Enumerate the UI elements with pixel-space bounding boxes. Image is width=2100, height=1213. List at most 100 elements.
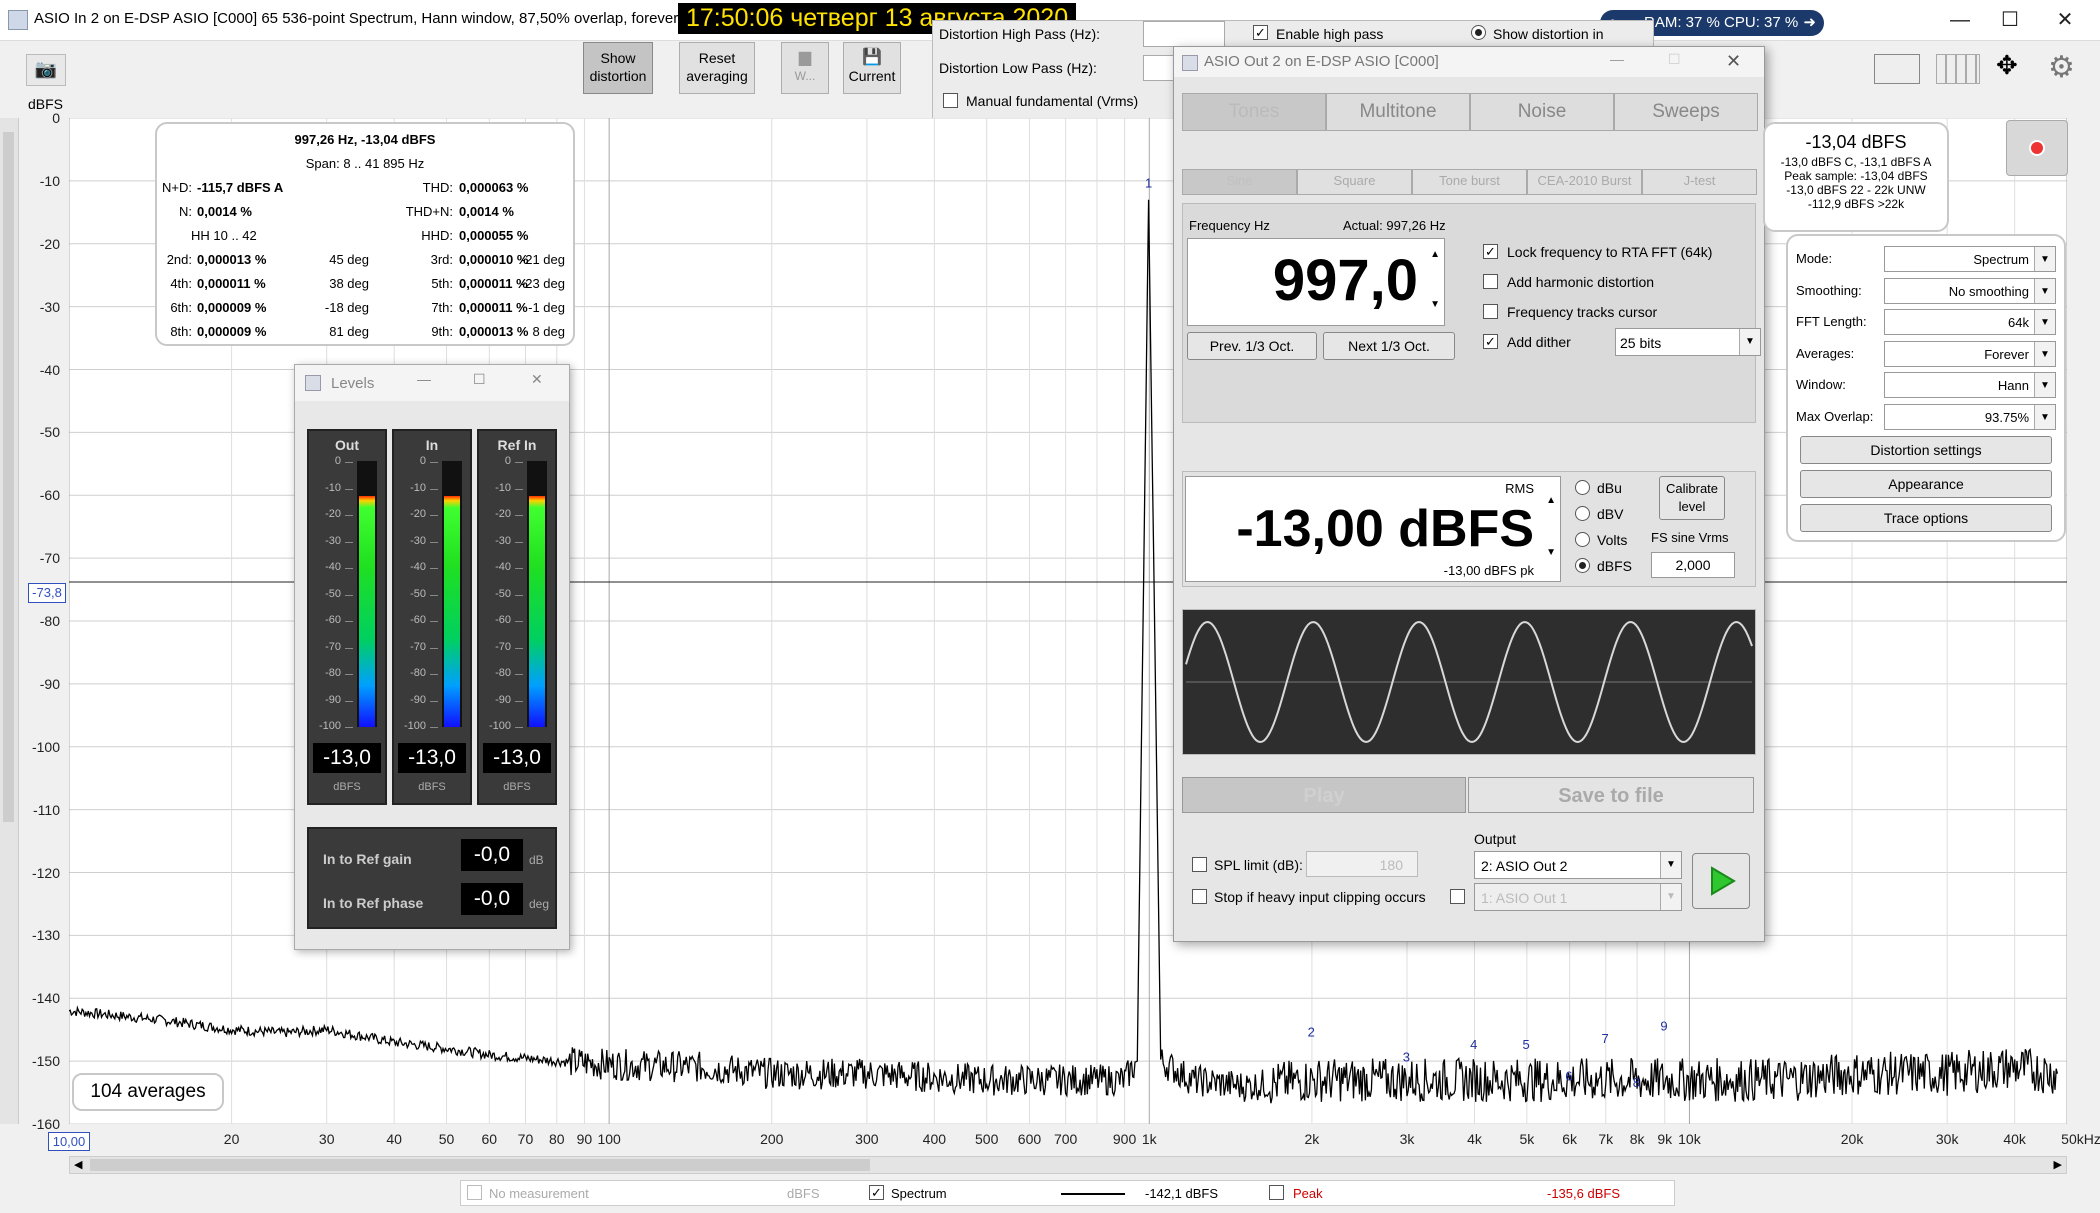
lock-freq-checkbox[interactable]: ✓ [1483, 244, 1498, 259]
setting-select-max-overlap[interactable]: 93.75% ▼ [1884, 403, 2056, 430]
horizontal-scrollbar[interactable]: ◀ ▶ [69, 1156, 2067, 1174]
hscroll-thumb[interactable] [90, 1159, 870, 1171]
fullscreen-icon[interactable]: ✥ [1996, 50, 2018, 81]
scroll-left-icon[interactable]: ◀ [74, 1158, 82, 1171]
meter-tick [515, 621, 523, 622]
x-start-label[interactable]: 10,00 [48, 1132, 90, 1151]
next-oct-button[interactable]: Next 1/3 Oct. [1323, 332, 1455, 360]
level-meter-in: In 0 -10 -20 -30 -40 -50 -60 -70 -80 -90 -100 -13,0 d… [392, 429, 472, 805]
subtab-tone-burst[interactable]: Tone burst [1412, 169, 1527, 195]
dither-bits-select[interactable]: 25 bits ▼ [1615, 328, 1761, 356]
maximize-icon[interactable]: ☐ [473, 371, 486, 388]
generator-window: ASIO Out 2 on E-DSP ASIO [C000] — ☐ ✕ To… [1173, 46, 1765, 942]
freq-label: Frequency Hz [1189, 218, 1270, 233]
tab-tones[interactable]: Tones [1182, 93, 1326, 131]
minimize-button[interactable]: — [1935, 0, 1985, 40]
second-output-checkbox[interactable] [1450, 889, 1465, 904]
window-button[interactable]: ▆ W... [781, 42, 829, 94]
levels-titlebar[interactable]: Levels — ☐ ✕ [295, 365, 569, 401]
gear-icon[interactable]: ⚙ [2048, 50, 2075, 85]
no-measurement-checkbox[interactable] [467, 1185, 482, 1200]
cursor-level-label[interactable]: -73,8 [28, 583, 66, 603]
subtab-cea-2010-burst[interactable]: CEA-2010 Burst [1527, 169, 1642, 195]
enable-high-pass-checkbox[interactable]: ✓ [1253, 25, 1268, 40]
spin-down-icon[interactable]: ▼ [1430, 299, 1440, 310]
add-harmonic-checkbox[interactable] [1483, 274, 1498, 289]
add-dither-checkbox[interactable]: ✓ [1483, 334, 1498, 349]
peak-checkbox[interactable] [1269, 1185, 1284, 1200]
maximize-button[interactable]: ☐ [1985, 0, 2035, 40]
camera-button[interactable]: 📷 [26, 54, 66, 86]
unit-radio-volts[interactable] [1575, 532, 1590, 547]
subtab-j-test[interactable]: J-test [1642, 169, 1757, 195]
unit-radio-dbfs[interactable] [1575, 558, 1590, 573]
meter-scale-label: -10 [495, 481, 511, 494]
setting-select-fft-length[interactable]: 64k ▼ [1884, 309, 2056, 335]
subtab-sine[interactable]: Sine [1182, 169, 1297, 195]
spl-input[interactable]: 180 [1306, 851, 1418, 877]
subtab-square[interactable]: Square [1297, 169, 1412, 195]
y-tick-label: -110 [33, 801, 60, 818]
tab-multitone[interactable]: Multitone [1326, 93, 1470, 131]
save-to-file-button[interactable]: Save to file [1468, 777, 1754, 813]
manual-fundamental-checkbox[interactable] [943, 93, 958, 108]
freq-tracks-checkbox[interactable] [1483, 304, 1498, 319]
record-button[interactable] [2006, 120, 2068, 176]
tab-sweeps[interactable]: Sweeps [1614, 93, 1758, 131]
setting-select-averages[interactable]: Forever ▼ [1884, 340, 2056, 367]
chevron-down-icon: ▼ [2034, 373, 2055, 397]
calibrate-level-button[interactable]: Calibrate level [1659, 476, 1725, 520]
trace-options-button[interactable]: Trace options [1800, 504, 2052, 532]
generator-start-button[interactable] [1692, 853, 1750, 909]
spin-down-icon[interactable]: ▼ [1546, 547, 1556, 558]
level-input[interactable]: RMS -13,00 dBFS -13,00 dBFS pk ▲ ▼ [1185, 476, 1561, 582]
spectrum-checkbox[interactable]: ✓ [869, 1185, 884, 1200]
scroll-right-icon[interactable]: ▶ [2054, 1158, 2062, 1171]
stop-clipping-checkbox[interactable] [1192, 889, 1207, 904]
meter-tick [345, 647, 353, 649]
unit-radio-dbv[interactable] [1575, 506, 1590, 521]
spin-up-icon[interactable]: ▲ [1430, 249, 1440, 260]
distortion-settings-button[interactable]: Distortion settings [1800, 436, 2052, 464]
spin-up-icon[interactable]: ▲ [1546, 495, 1556, 506]
harmonic-value: 0,000009 % [197, 300, 267, 315]
meter-unit: dBFS [333, 781, 361, 793]
fs-sine-input[interactable]: 2,000 [1651, 552, 1735, 578]
prev-oct-button[interactable]: Prev. 1/3 Oct. [1187, 332, 1317, 360]
meter-tick [430, 515, 438, 516]
generator-titlebar[interactable]: ASIO Out 2 on E-DSP ASIO [C000] — ☐ ✕ [1174, 47, 1764, 77]
meter-scale-label: -80 [410, 667, 426, 679]
tab-noise[interactable]: Noise [1470, 93, 1614, 131]
window-title: ASIO In 2 on E-DSP ASIO [C000] 65 536-po… [34, 10, 699, 27]
reset-averaging-button[interactable]: Reset averaging [679, 42, 755, 94]
dist-low-pass-label: Distortion Low Pass (Hz): [939, 60, 1097, 76]
minimize-icon[interactable]: — [1610, 51, 1624, 67]
close-button[interactable]: ✕ [2040, 0, 2090, 40]
play-button[interactable]: Play [1182, 777, 1466, 813]
second-output-select[interactable]: 1: ASIO Out 1 ▼ [1474, 883, 1682, 911]
setting-select-window[interactable]: Hann ▼ [1884, 372, 2056, 398]
readout-line3: -13,0 dBFS 22 - 22k UNW [1786, 183, 1926, 197]
meter-scale-label: 0 [419, 455, 426, 467]
show-distortion-in-radio[interactable] [1471, 25, 1486, 40]
output-select[interactable]: 2: ASIO Out 2 ▼ [1474, 851, 1682, 879]
minimize-icon[interactable]: — [417, 371, 431, 387]
show-distortion-button[interactable]: Show distortion [583, 42, 653, 94]
appearance-button[interactable]: Appearance [1800, 470, 2052, 498]
maximize-icon[interactable]: ☐ [1668, 51, 1681, 68]
high-pass-input[interactable] [1143, 21, 1225, 47]
columns-icon[interactable] [1936, 54, 1980, 84]
frequency-input[interactable]: 997,0 ▲ ▼ [1187, 238, 1445, 326]
current-button[interactable]: 💾 Current [843, 42, 901, 94]
setting-select-smoothing[interactable]: No smoothing ▼ [1884, 277, 2056, 304]
scrollbar-thumb[interactable] [3, 132, 14, 822]
close-icon[interactable]: ✕ [531, 371, 543, 388]
layout-icon[interactable] [1874, 54, 1920, 84]
meter-tick [430, 462, 438, 463]
phase-label: In to Ref phase [323, 895, 424, 911]
gain-value: -0,0 [461, 839, 523, 871]
spl-limit-checkbox[interactable] [1192, 857, 1207, 872]
unit-radio-dbu[interactable] [1575, 480, 1590, 495]
close-icon[interactable]: ✕ [1726, 51, 1741, 72]
setting-select-mode[interactable]: Spectrum ▼ [1884, 246, 2056, 272]
